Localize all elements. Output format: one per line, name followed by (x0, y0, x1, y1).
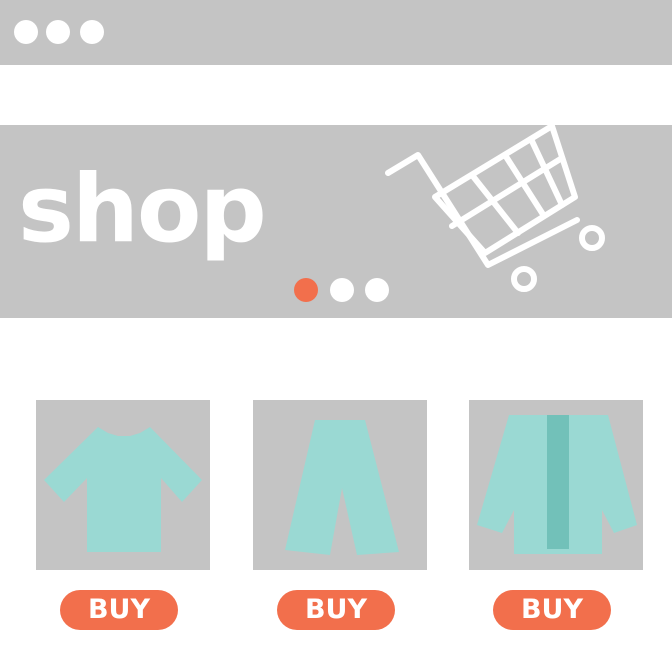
window-titlebar (0, 0, 672, 65)
carousel-dot-active[interactable] (294, 278, 318, 302)
pants-icon (285, 420, 399, 555)
product-card-pants[interactable] (253, 400, 427, 570)
window-dot-icon[interactable] (46, 20, 70, 44)
window-dot-icon[interactable] (80, 20, 104, 44)
carousel-dot[interactable] (330, 278, 354, 302)
product-card-tshirt[interactable] (36, 400, 210, 570)
carousel-dot[interactable] (365, 278, 389, 302)
shop-window: shop BUY BUY BUY (0, 0, 672, 672)
navigation-bar (0, 65, 672, 125)
cardigan-icon (477, 415, 637, 554)
product-card-cardigan[interactable] (469, 400, 643, 570)
buy-button-tshirt[interactable]: BUY (60, 590, 178, 630)
tshirt-icon (44, 427, 202, 552)
shopping-cart-icon (385, 125, 605, 292)
buy-button-cardigan[interactable]: BUY (493, 590, 611, 630)
hero-banner: shop (0, 125, 672, 318)
buy-button-pants[interactable]: BUY (277, 590, 395, 630)
window-dot-icon[interactable] (14, 20, 38, 44)
hero-title: shop (18, 155, 267, 264)
